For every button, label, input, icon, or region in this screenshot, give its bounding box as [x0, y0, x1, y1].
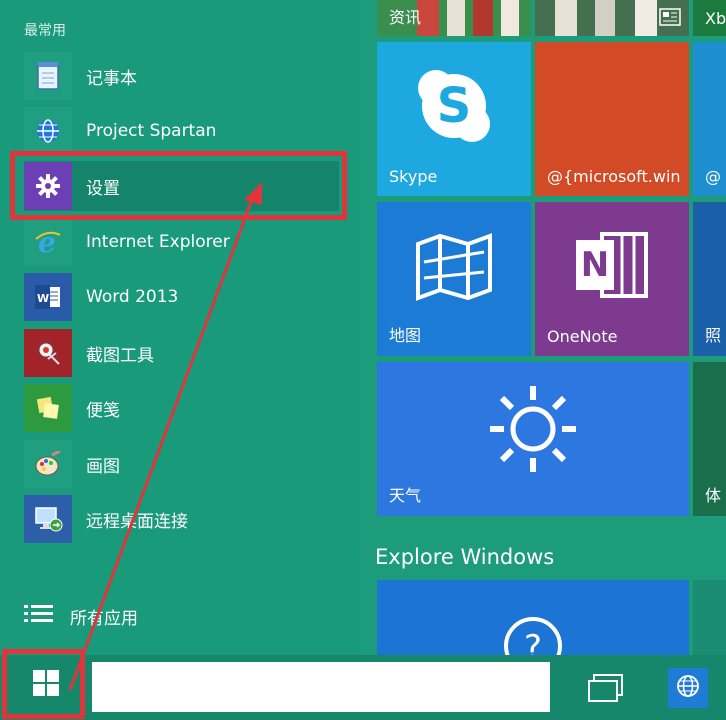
onenote-tile-label: OneNote	[547, 327, 618, 346]
sports-tile-label: 体	[705, 486, 722, 505]
app-label: 画图	[86, 456, 120, 477]
tile-skype[interactable]: S Skype	[377, 42, 531, 196]
partial-tile-label: @	[705, 167, 721, 186]
microsoft-tile-label: @{microsoft.win	[547, 167, 681, 186]
tile-maps[interactable]: 地图	[377, 202, 531, 356]
task-view-button[interactable]	[585, 672, 629, 706]
weather-tile-label: 天气	[389, 486, 422, 505]
map-icon	[416, 233, 492, 301]
globe-icon	[24, 107, 72, 155]
snipping-tool-icon	[24, 329, 72, 377]
tile-news[interactable]: 资讯	[377, 0, 531, 36]
xbox-tile-label: Xb	[705, 9, 726, 28]
all-apps-button[interactable]: 所有应用	[24, 600, 138, 632]
svg-text:S: S	[437, 78, 472, 134]
tile-microsoft-app[interactable]: @{microsoft.win	[535, 42, 689, 196]
tile-partial-2	[693, 580, 726, 655]
tile-weather[interactable]: 天气	[377, 362, 689, 516]
sticky-notes-icon	[24, 384, 72, 432]
word-icon: W	[24, 273, 72, 321]
app-label: Word 2013	[86, 287, 179, 307]
news-icon	[659, 8, 681, 30]
app-item-remote-desktop[interactable]: 远程桌面连接	[24, 494, 339, 544]
app-label: 记事本	[86, 68, 137, 89]
app-item-paint[interactable]: 画图	[24, 439, 339, 489]
remote-desktop-icon	[24, 495, 72, 543]
app-label: 远程桌面连接	[86, 511, 188, 532]
tile-photos-partial[interactable]: 照	[693, 202, 726, 356]
app-label: Project Spartan	[86, 121, 217, 141]
news-tile-label: 资讯	[389, 8, 422, 27]
task-view-icon	[585, 674, 629, 710]
sun-icon	[490, 386, 576, 472]
help-icon: ?	[504, 617, 562, 655]
notepad-icon	[24, 52, 72, 100]
gear-icon	[24, 162, 72, 210]
photos-tile-label: 照	[705, 326, 722, 345]
tile-xbox-partial[interactable]: Xb	[693, 0, 726, 36]
tile-news-photo[interactable]	[535, 0, 689, 36]
app-item-notepad[interactable]: 记事本	[24, 51, 339, 101]
app-item-internet-explorer[interactable]: e Internet Explorer	[24, 217, 339, 267]
tile-partial-1[interactable]: @	[693, 42, 726, 196]
start-button-highlight-annotation	[2, 649, 85, 719]
app-item-sticky-notes[interactable]: 便笺	[24, 383, 339, 433]
onenote-icon: N	[576, 232, 648, 298]
tile-explore-windows[interactable]: ?	[377, 580, 689, 655]
app-item-word[interactable]: W Word 2013	[24, 272, 339, 322]
taskbar-browser-button[interactable]	[668, 668, 708, 708]
app-label: Internet Explorer	[86, 232, 230, 252]
explore-windows-heading: Explore Windows	[375, 545, 555, 569]
globe-icon	[676, 674, 700, 702]
all-apps-label: 所有应用	[70, 608, 138, 629]
app-item-settings[interactable]: 设置	[24, 161, 339, 211]
svg-text:N: N	[581, 245, 609, 285]
skype-icon: S	[418, 70, 490, 142]
paint-icon	[24, 440, 72, 488]
app-label: 截图工具	[86, 345, 154, 366]
svg-text:e: e	[38, 227, 56, 257]
list-icon	[24, 603, 54, 629]
skype-tile-label: Skype	[389, 167, 438, 186]
search-input[interactable]	[92, 662, 550, 712]
svg-text:?: ?	[524, 628, 542, 655]
app-label: 设置	[86, 178, 120, 199]
internet-explorer-icon: e	[24, 218, 72, 266]
svg-text:W: W	[37, 292, 49, 305]
tile-sports-partial[interactable]: 体	[693, 362, 726, 516]
app-item-project-spartan[interactable]: Project Spartan	[24, 106, 339, 156]
tile-onenote[interactable]: N OneNote	[535, 202, 689, 356]
app-item-snipping-tool[interactable]: 截图工具	[24, 328, 339, 378]
app-label: 便笺	[86, 400, 120, 421]
most-used-heading: 最常用	[24, 23, 66, 39]
maps-tile-label: 地图	[389, 326, 422, 345]
